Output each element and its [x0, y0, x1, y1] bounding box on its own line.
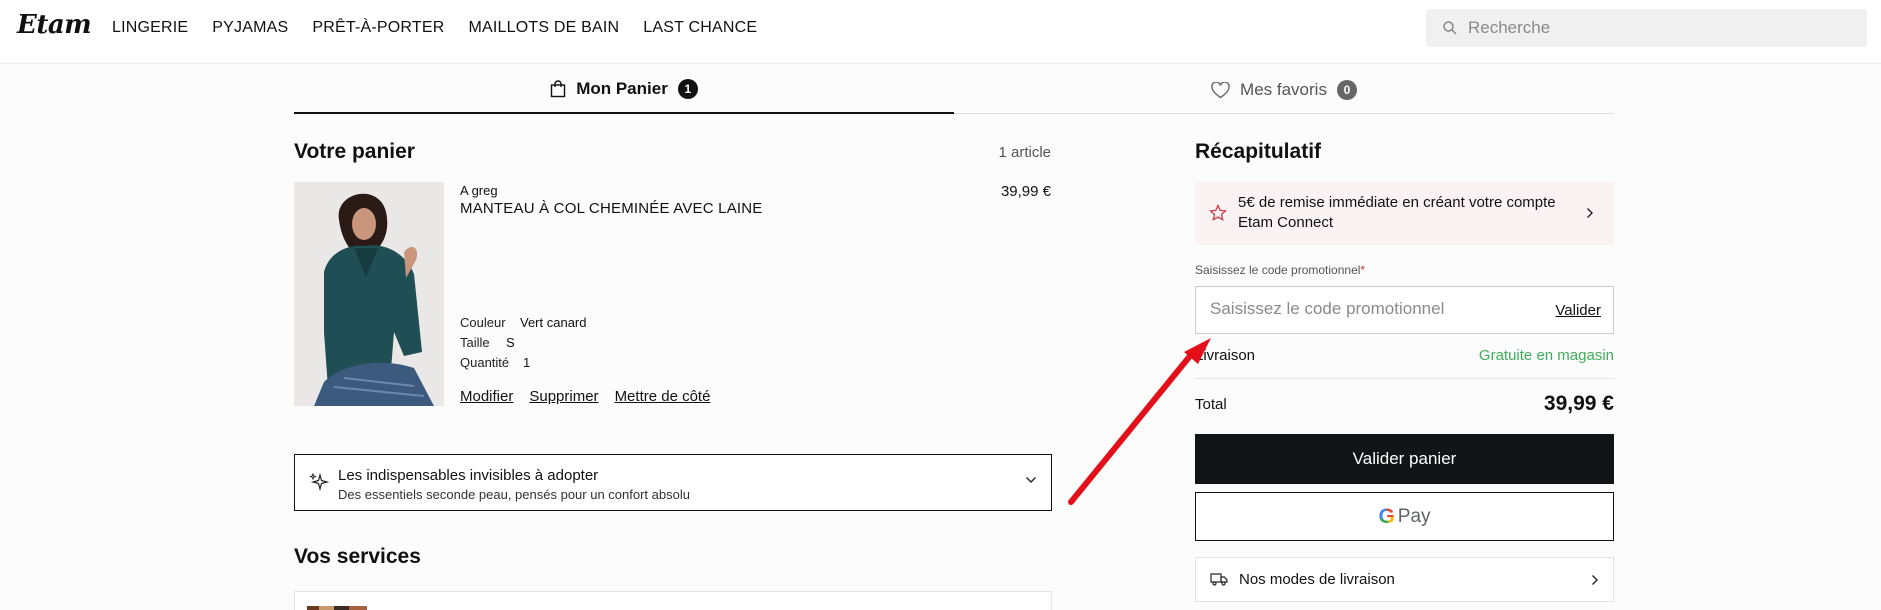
nav-pyjamas[interactable]: PYJAMAS: [212, 19, 288, 37]
promo-code-label: Saisissez le code promotionnel*: [1195, 263, 1365, 277]
search-bar[interactable]: [1426, 9, 1867, 47]
size-value: S: [506, 335, 515, 350]
summary-title: Récapitulatif: [1195, 140, 1322, 163]
google-pay-label: Pay: [1397, 505, 1431, 527]
search-icon: [1443, 21, 1457, 35]
cart-count-badge: 1: [677, 79, 698, 99]
star-icon: [1209, 204, 1227, 222]
etam-connect-banner[interactable]: 5€ de remise immédiate en créant votre c…: [1195, 182, 1614, 245]
required-marker: *: [1360, 263, 1366, 277]
services-card[interactable]: [294, 591, 1052, 610]
accordion-subtitle: Des essentiels seconde peau, pensés pour…: [338, 487, 690, 502]
save-for-later-link[interactable]: Mettre de côté: [615, 388, 711, 405]
cart-title: Votre panier: [294, 140, 415, 163]
chevron-right-icon: [1587, 208, 1593, 218]
nav-pret-a-porter[interactable]: PRÊT-À-PORTER: [312, 19, 444, 37]
size-label: Taille: [460, 335, 490, 350]
nav-lingerie[interactable]: LINGERIE: [112, 19, 188, 37]
tab-cart-label: Mon Panier: [576, 79, 668, 98]
search-input[interactable]: [1468, 18, 1848, 38]
etam-logo[interactable]: Etam: [17, 10, 92, 40]
google-g-icon: G: [1378, 504, 1395, 528]
shipping-value: Gratuite en magasin: [1478, 347, 1614, 364]
main-nav: LINGERIE PYJAMAS PRÊT-À-PORTER MAILLOTS …: [112, 19, 757, 37]
google-pay-button[interactable]: G Pay: [1195, 492, 1614, 541]
truck-icon: [1210, 573, 1228, 586]
chevron-right-icon: [1592, 575, 1598, 585]
promo-code-field[interactable]: Valider: [1195, 286, 1614, 334]
color-label: Couleur: [460, 315, 506, 330]
cart-item-count: 1 article: [998, 144, 1051, 161]
nav-last-chance[interactable]: LAST CHANCE: [643, 19, 757, 37]
site-header: Etam LINGERIE PYJAMAS PRÊT-À-PORTER MAIL…: [0, 0, 1881, 64]
delete-link[interactable]: Supprimer: [529, 388, 598, 405]
nav-maillots-de-bain[interactable]: MAILLOTS DE BAIN: [469, 19, 620, 37]
checkout-button[interactable]: Valider panier: [1195, 434, 1614, 484]
product-brand: A greg: [460, 183, 498, 198]
total-label: Total: [1195, 395, 1227, 413]
quantity-value: 1: [523, 355, 531, 370]
modify-link[interactable]: Modifier: [460, 388, 513, 405]
chevron-down-icon: [1026, 477, 1036, 483]
sparkle-icon: [309, 472, 329, 492]
essentials-accordion[interactable]: Les indispensables invisibles à adopter …: [294, 454, 1052, 511]
total-value: 39,99 €: [1543, 392, 1614, 415]
tab-cart[interactable]: Mon Panier 1: [294, 66, 954, 114]
product-price: 39,99 €: [1000, 183, 1051, 200]
delivery-modes-button[interactable]: Nos modes de livraison: [1195, 557, 1614, 602]
product-image[interactable]: [294, 182, 444, 406]
color-value: Vert canard: [520, 315, 587, 330]
quantity-label: Quantité: [460, 355, 510, 370]
tab-favorites[interactable]: Mes favoris 0: [954, 66, 1614, 114]
product-color: Couleur Vert canard: [460, 315, 587, 330]
promo-code-label-text: Saisissez le code promotionnel: [1195, 263, 1361, 277]
total-row: Total 39,99 €: [1195, 392, 1614, 416]
heart-icon: [1211, 81, 1230, 98]
product-size: Taille S: [460, 335, 515, 350]
promo-banner-text: 5€ de remise immédiate en créant votre c…: [1238, 194, 1556, 231]
product-name[interactable]: MANTEAU À COL CHEMINÉE AVEC LAINE: [460, 200, 763, 217]
cart-tabs: Mon Panier 1 Mes favoris 0: [294, 66, 1614, 114]
apply-promo-button[interactable]: Valider: [1555, 302, 1601, 319]
shipping-label: Livraison: [1195, 347, 1256, 364]
product-actions: Modifier Supprimer Mettre de côté: [460, 388, 710, 405]
services-title: Vos services: [294, 545, 421, 568]
promo-code-input[interactable]: [1210, 299, 1530, 319]
product-quantity: Quantité 1: [460, 355, 530, 370]
favorites-count-badge: 0: [1336, 80, 1357, 100]
accordion-title: Les indispensables invisibles à adopter: [338, 467, 599, 484]
delivery-modes-label: Nos modes de livraison: [1239, 571, 1395, 588]
shopping-bag-icon: [550, 80, 566, 98]
service-thumbnail: [307, 606, 367, 610]
shipping-row: Livraison Gratuite en magasin: [1195, 347, 1614, 379]
tab-favorites-label: Mes favoris: [1240, 80, 1327, 99]
